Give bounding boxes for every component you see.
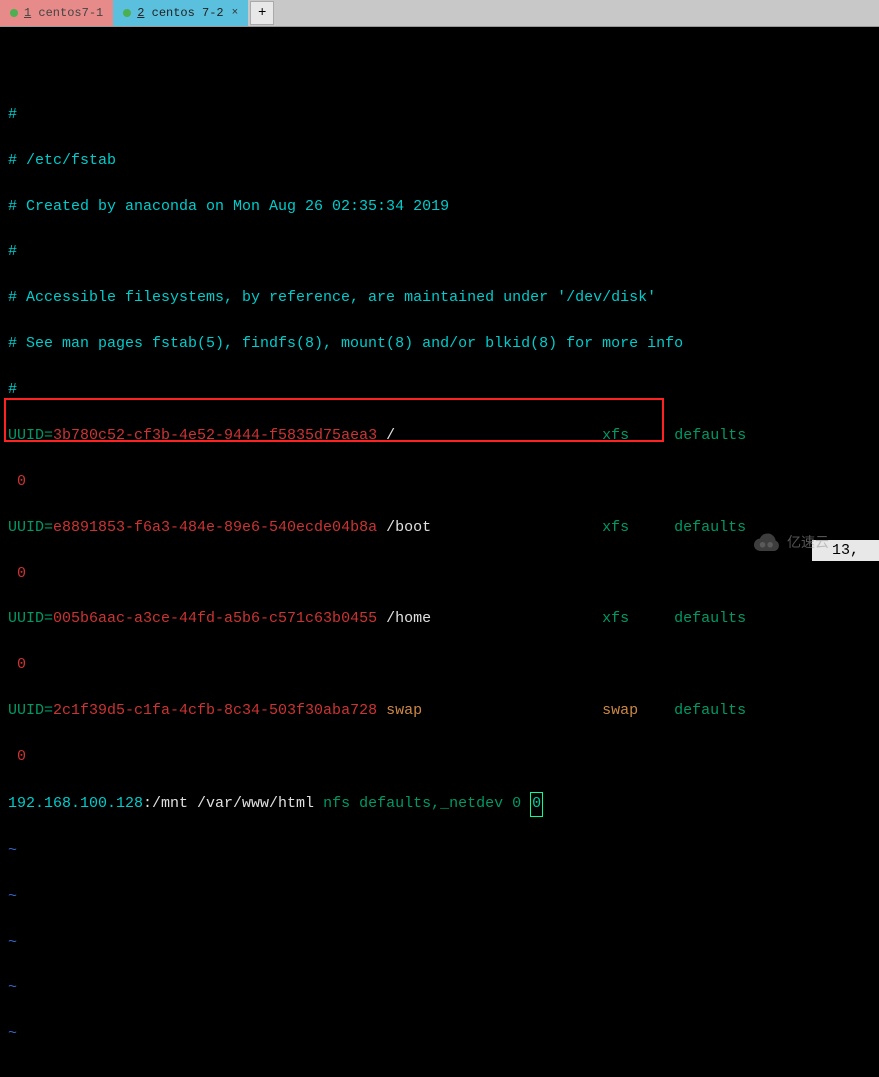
close-icon[interactable]: × bbox=[232, 7, 239, 19]
comment-line: # bbox=[8, 379, 871, 402]
tab-centos7-2[interactable]: 2 centos 7-2 × bbox=[113, 0, 248, 26]
fstab-entry-swap: UUID=2c1f39d5-c1fa-4cfb-8c34-503f30aba72… bbox=[8, 700, 871, 723]
cursor: 0 bbox=[530, 792, 543, 817]
fstab-entry-tail: 0 bbox=[8, 654, 871, 677]
fstab-entry-tail: 0 bbox=[8, 563, 871, 586]
empty-line-tilde: ~ bbox=[8, 1023, 871, 1046]
comment-line: # See man pages fstab(5), findfs(8), mou… bbox=[8, 333, 871, 356]
comment-line: # Created by anaconda on Mon Aug 26 02:3… bbox=[8, 196, 871, 219]
tab-bar: 1 centos7-1 2 centos 7-2 × + bbox=[0, 0, 879, 27]
cloud-icon bbox=[749, 531, 783, 553]
status-dot-icon bbox=[10, 9, 18, 17]
fstab-entry-boot: UUID=e8891853-f6a3-484e-89e6-540ecde04b8… bbox=[8, 517, 871, 540]
empty-line-tilde: ~ bbox=[8, 840, 871, 863]
fstab-entry-root: UUID=3b780c52-cf3b-4e52-9444-f5835d75aea… bbox=[8, 425, 871, 448]
fstab-entry-nfs: 192.168.100.128:/mnt /var/www/html nfs d… bbox=[8, 792, 871, 817]
tab-num: 2 centos 7-2 bbox=[137, 6, 223, 20]
add-tab-button[interactable]: + bbox=[250, 1, 274, 25]
fstab-entry-home: UUID=005b6aac-a3ce-44fd-a5b6-c571c63b045… bbox=[8, 608, 871, 631]
comment-line: # bbox=[8, 241, 871, 264]
empty-line-tilde: ~ bbox=[8, 886, 871, 909]
fstab-entry-tail: 0 bbox=[8, 746, 871, 769]
empty-line-tilde: ~ bbox=[8, 977, 871, 1000]
status-dot-icon bbox=[123, 9, 131, 17]
empty-line-tilde: ~ bbox=[8, 932, 871, 955]
comment-line: # /etc/fstab bbox=[8, 150, 871, 173]
terminal-output[interactable]: # # /etc/fstab # Created by anaconda on … bbox=[0, 27, 879, 1077]
tab-centos7-1[interactable]: 1 centos7-1 bbox=[0, 0, 113, 26]
watermark: 亿速云 bbox=[749, 531, 829, 553]
tab-num: 1 centos7-1 bbox=[24, 6, 103, 20]
comment-line: # bbox=[8, 104, 871, 127]
comment-line: # Accessible filesystems, by reference, … bbox=[8, 287, 871, 310]
fstab-entry-tail: 0 bbox=[8, 471, 871, 494]
